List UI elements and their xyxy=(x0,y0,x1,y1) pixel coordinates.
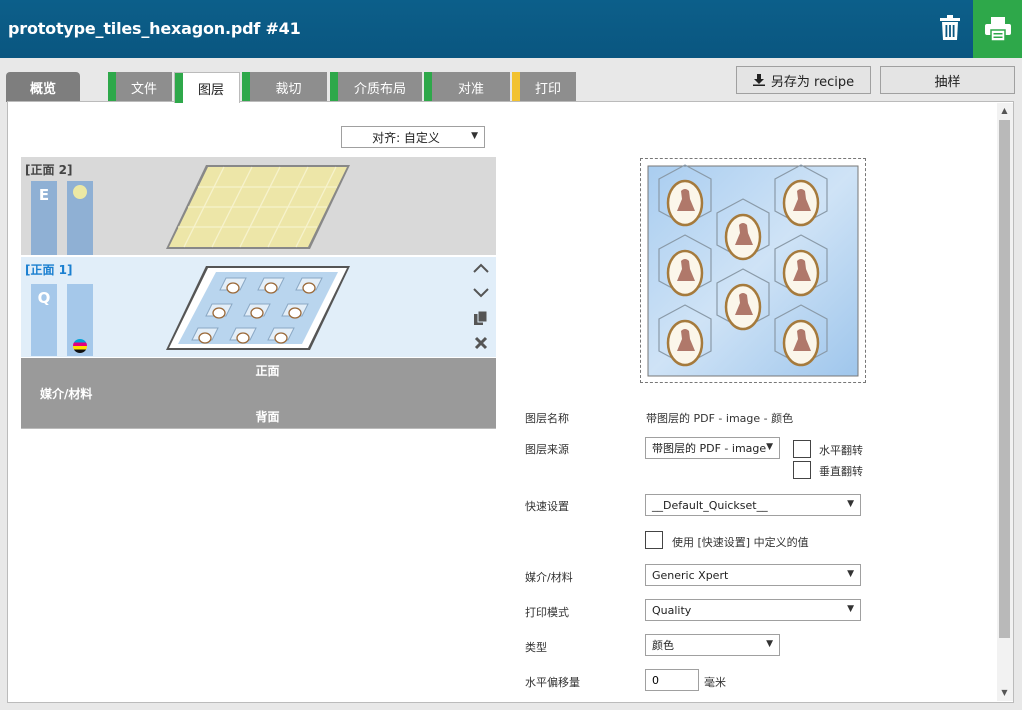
quickset-select[interactable]: __Default_Quickset__ ▼ xyxy=(645,494,861,516)
varnish-dot-icon xyxy=(73,185,87,199)
media-field-label: 媒介/材料 xyxy=(525,571,573,584)
preview-image xyxy=(647,164,859,377)
tab-registration[interactable]: 对准 xyxy=(424,72,510,102)
print-mode-label: 打印模式 xyxy=(525,606,569,619)
chevron-down-icon xyxy=(473,288,489,298)
layer-source-select[interactable]: 带图层的 PDF - image ▼ xyxy=(645,437,780,459)
chevron-up-icon xyxy=(473,263,489,273)
scroll-down-icon[interactable]: ▼ xyxy=(999,688,1010,697)
chevron-down-icon: ▼ xyxy=(847,604,854,614)
download-icon xyxy=(752,74,765,86)
h-offset-unit: 毫米 xyxy=(704,676,726,689)
sample-label: 抽样 xyxy=(934,74,961,90)
close-icon xyxy=(474,336,488,350)
ink-bar-white: E xyxy=(31,181,57,255)
sample-button[interactable]: 抽样 xyxy=(880,66,1015,94)
move-layer-up-button[interactable] xyxy=(472,259,490,277)
ink-bar-white: Q xyxy=(31,284,57,356)
scroll-up-icon[interactable]: ▲ xyxy=(999,106,1010,115)
tab-label: 概览 xyxy=(29,81,56,97)
copy-icon xyxy=(474,310,488,325)
move-layer-down-button[interactable] xyxy=(472,284,490,302)
layer-name-label: 图层名称 xyxy=(525,412,569,425)
tab-label: 对准 xyxy=(457,81,484,97)
delete-layer-button[interactable] xyxy=(472,334,490,352)
status-bar xyxy=(108,72,116,102)
divider xyxy=(21,428,496,429)
duplicate-layer-button[interactable] xyxy=(472,309,490,327)
tab-label: 文件 xyxy=(130,81,157,97)
layer-row-front-2[interactable]: [正面 2] E xyxy=(21,157,496,255)
tab-file[interactable]: 文件 xyxy=(108,72,172,102)
save-recipe-button[interactable]: 另存为 recipe xyxy=(736,66,871,94)
tab-layers[interactable]: 图层 xyxy=(174,72,240,103)
layer-thumbnail xyxy=(166,266,350,350)
trash-icon xyxy=(940,15,960,40)
printer-icon xyxy=(984,17,1011,41)
print-button[interactable] xyxy=(973,0,1022,58)
quickset-value: __Default_Quickset__ xyxy=(652,498,768,512)
type-value: 颜色 xyxy=(652,639,674,652)
scrollbar-thumb[interactable] xyxy=(999,120,1010,638)
layer-name-value: 带图层的 PDF - image - 颜色 xyxy=(646,412,794,425)
tab-label: 打印 xyxy=(534,81,561,97)
ink-bar-color xyxy=(67,284,93,356)
ink-bar-varnish xyxy=(67,181,93,255)
chevron-down-icon: ▼ xyxy=(847,569,854,579)
layer-thumbnail xyxy=(166,165,350,249)
media-select[interactable]: Generic Xpert ▼ xyxy=(645,564,861,586)
window-title: prototype_tiles_hexagon.pdf #41 xyxy=(8,19,301,38)
ink-letter: Q xyxy=(37,289,51,307)
tab-label: 裁切 xyxy=(275,81,302,97)
h-offset-value: 0 xyxy=(652,673,659,687)
flip-horizontal-label: 水平翻转 xyxy=(819,444,863,457)
print-mode-value: Quality xyxy=(652,603,692,617)
save-recipe-label: 另存为 recipe xyxy=(770,74,855,90)
chevron-down-icon: ▼ xyxy=(766,442,773,452)
use-quickset-checkbox[interactable] xyxy=(645,531,663,549)
layer-row-front-1[interactable]: [正面 1] Q xyxy=(21,257,496,357)
tab-label: 图层 xyxy=(197,82,224,98)
tab-crop[interactable]: 裁切 xyxy=(242,72,327,102)
tab-label: 介质布局 xyxy=(353,81,406,97)
layer-label: [正面 2] xyxy=(25,163,73,177)
status-bar xyxy=(512,72,520,102)
tab-overview[interactable]: 概览 xyxy=(6,72,80,102)
flip-horizontal-checkbox[interactable] xyxy=(793,440,811,458)
status-bar xyxy=(242,72,250,102)
status-bar xyxy=(424,72,432,102)
chevron-down-icon: ▼ xyxy=(471,131,478,141)
title-bar: prototype_tiles_hexagon.pdf #41 xyxy=(0,0,1022,58)
media-value: Generic Xpert xyxy=(652,568,729,582)
cmyk-icon xyxy=(73,339,87,353)
use-quickset-label: 使用 [快速设置] 中定义的值 xyxy=(672,536,809,549)
h-offset-label: 水平偏移量 xyxy=(525,676,580,689)
media-label: 媒介/材料 xyxy=(40,387,93,401)
layer-source-value: 带图层的 PDF - image xyxy=(652,442,767,455)
delete-button[interactable] xyxy=(930,8,970,48)
tab-print[interactable]: 打印 xyxy=(512,72,576,102)
print-mode-select[interactable]: Quality ▼ xyxy=(645,599,861,621)
layer-source-label: 图层来源 xyxy=(525,443,569,456)
type-select[interactable]: 颜色 ▼ xyxy=(645,634,780,656)
status-bar xyxy=(330,72,338,102)
h-offset-input[interactable]: 0 xyxy=(645,669,699,691)
app-window: prototype_tiles_hexagon.pdf #41 概览 文件 图层… xyxy=(0,0,1022,710)
ink-letter: E xyxy=(38,186,50,204)
tab-media-layout[interactable]: 介质布局 xyxy=(330,72,422,102)
media-band: 正面 媒介/材料 背面 xyxy=(21,358,496,428)
status-bar xyxy=(175,73,183,103)
chevron-down-icon: ▼ xyxy=(847,499,854,509)
front-side-label: 正面 xyxy=(255,364,280,378)
quickset-label: 快速设置 xyxy=(525,500,569,513)
align-select-value: 对齐: 自定义 xyxy=(372,130,440,145)
layer-label: [正面 1] xyxy=(25,263,73,277)
flip-vertical-checkbox[interactable] xyxy=(793,461,811,479)
align-select[interactable]: 对齐: 自定义 ▼ xyxy=(341,126,485,148)
layer-preview xyxy=(640,158,866,383)
type-label: 类型 xyxy=(525,641,547,654)
back-side-label: 背面 xyxy=(255,410,280,424)
chevron-down-icon: ▼ xyxy=(766,639,773,649)
flip-vertical-label: 垂直翻转 xyxy=(819,465,863,478)
